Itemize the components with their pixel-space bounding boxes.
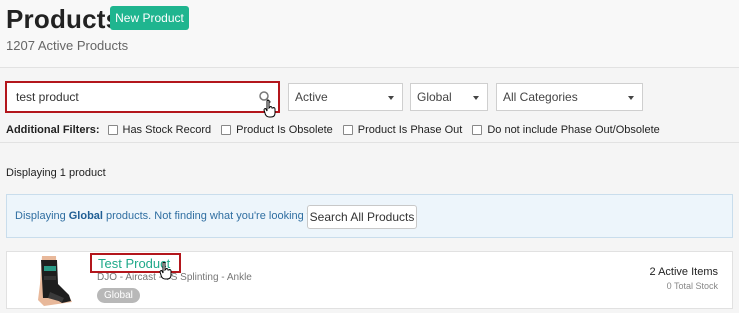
checkbox-label: Product Is Obsolete (236, 124, 333, 136)
checkbox-label: Has Stock Record (122, 124, 212, 136)
chevron-down-icon (473, 96, 479, 100)
additional-filters: Additional Filters: Has Stock Record Pro… (6, 124, 670, 136)
checkbox[interactable] (342, 125, 353, 135)
status-select-value: Active (295, 90, 328, 104)
filter-product-phase-out[interactable]: Product Is Phase Out (342, 124, 463, 136)
product-row[interactable]: Test Product DJO - Aircast - TS Splintin… (6, 251, 733, 309)
chevron-down-icon (628, 96, 634, 100)
filter-exclude-phase-out-obsolete[interactable]: Do not include Phase Out/Obsolete (472, 124, 660, 136)
hand-cursor-icon (159, 262, 172, 280)
chevron-down-icon (388, 96, 394, 100)
product-meta: DJO - Aircast - TS Splinting - Ankle (97, 272, 252, 283)
status-select[interactable]: Active (288, 83, 403, 111)
global-notice: Displaying Global products. Not finding … (6, 194, 733, 238)
scope-badge: Global (97, 288, 140, 303)
scope-select-value: Global (417, 90, 452, 104)
checkbox[interactable] (107, 125, 118, 135)
page-title: Products (6, 4, 121, 34)
ankle-brace-image (38, 256, 72, 306)
page-header: Products New Product 1207 Active Product… (0, 0, 739, 68)
checkbox[interactable] (221, 125, 232, 135)
checkbox-label: Product Is Phase Out (357, 124, 463, 136)
search-box[interactable] (5, 81, 280, 113)
new-product-button[interactable]: New Product (110, 6, 189, 30)
results-count: Displaying 1 product (6, 167, 106, 179)
filter-bar: Active Global All Categories Additional … (0, 69, 739, 143)
active-products-count: 1207 Active Products (6, 38, 129, 53)
search-all-products-button[interactable]: Search All Products (307, 205, 417, 229)
category-select-value: All Categories (503, 90, 578, 104)
notice-scope: Global (68, 210, 103, 222)
checkbox-label: Do not include Phase Out/Obsolete (487, 124, 660, 136)
notice-suffix: products. Not finding what you're lookin… (105, 210, 326, 222)
scope-select[interactable]: Global (410, 83, 488, 111)
stock-summary: 2 Active Items 0 Total Stock (650, 266, 718, 291)
active-items-count: 2 Active Items (649, 266, 718, 278)
filter-has-stock-record[interactable]: Has Stock Record (107, 124, 212, 136)
search-input[interactable] (9, 85, 259, 109)
additional-filters-label: Additional Filters: (6, 124, 100, 136)
checkbox[interactable] (472, 125, 483, 135)
category-select[interactable]: All Categories (496, 83, 643, 111)
filter-product-obsolete[interactable]: Product Is Obsolete (221, 124, 333, 136)
notice-prefix: Displaying (15, 210, 66, 222)
hand-cursor-icon (263, 100, 276, 118)
total-stock-count: 0 Total Stock (666, 281, 718, 291)
